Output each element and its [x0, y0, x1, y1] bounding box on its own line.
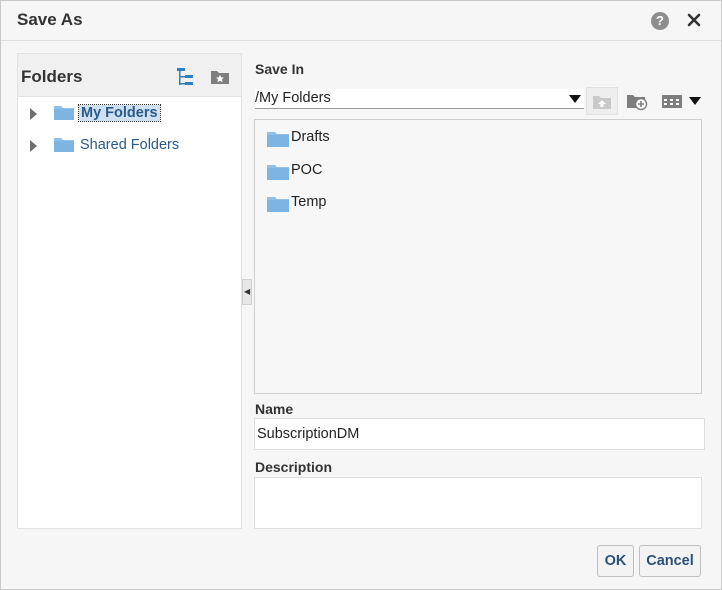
collapse-arrow-icon: ◀: [244, 287, 251, 296]
expand-arrow-icon[interactable]: [30, 140, 37, 152]
description-label: Description: [255, 459, 333, 475]
dialog-title: Save As: [17, 10, 83, 29]
name-field[interactable]: [254, 418, 705, 450]
view-options-button[interactable]: [656, 87, 704, 115]
description-field[interactable]: [254, 477, 702, 529]
tree-item-label: My Folders: [78, 104, 161, 122]
folder-icon: [267, 132, 289, 147]
new-folder-button[interactable]: [621, 87, 653, 115]
tree-item-my-folders[interactable]: My Folders: [18, 102, 241, 126]
dropdown-arrow-icon: [569, 95, 581, 103]
name-label: Name: [255, 401, 294, 417]
cancel-button[interactable]: Cancel: [639, 545, 701, 577]
up-folder-button[interactable]: [586, 87, 618, 115]
expand-arrow-icon[interactable]: [30, 108, 37, 120]
ok-button[interactable]: OK: [597, 545, 634, 577]
save-in-path-select[interactable]: /My Folders: [255, 89, 584, 109]
tree-item-label: Shared Folders: [80, 137, 180, 153]
grid-view-icon: [662, 95, 682, 108]
new-folder-icon: [627, 95, 648, 111]
list-item-label: Temp: [291, 194, 327, 210]
dialog-titlebar: Save As ?: [1, 1, 721, 41]
save-as-dialog: Save As ? Folders My Folders Shared Fold…: [0, 0, 722, 590]
panel-splitter[interactable]: ◀: [242, 279, 252, 305]
list-item-label: Drafts: [291, 129, 330, 145]
list-item-label: POC: [291, 162, 323, 178]
folders-panel-title: Folders: [21, 67, 83, 86]
dropdown-arrow-icon: [689, 97, 701, 105]
save-in-path-value: /My Folders: [255, 90, 331, 106]
folder-icon: [54, 106, 74, 120]
folders-panel-header: Folders: [18, 54, 241, 97]
tree-item-shared-folders[interactable]: Shared Folders: [18, 134, 241, 158]
folder-icon: [267, 197, 289, 212]
folder-up-icon: [593, 96, 611, 109]
close-icon[interactable]: [685, 11, 703, 29]
folder-icon: [267, 165, 289, 180]
folder-contents-list: Drafts POC Temp: [254, 119, 702, 394]
favorite-folder-icon[interactable]: [210, 68, 230, 85]
save-in-label: Save In: [255, 61, 305, 77]
folder-icon: [54, 138, 74, 152]
folders-panel: Folders My Folders Shared Folders: [17, 53, 242, 529]
question-circle-icon[interactable]: ?: [651, 12, 669, 30]
tree-view-icon[interactable]: [176, 67, 194, 87]
